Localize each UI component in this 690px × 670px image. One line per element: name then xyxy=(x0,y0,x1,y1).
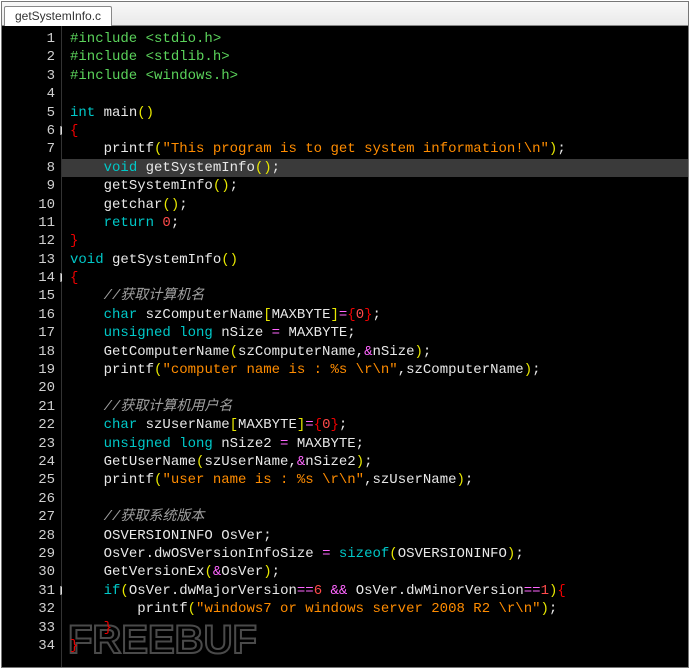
code-line[interactable]: } xyxy=(62,619,688,637)
line-number: 1 xyxy=(2,30,61,48)
line-number: 8 xyxy=(2,159,61,177)
code-line[interactable]: char szUserName[MAXBYTE]={0}; xyxy=(62,416,688,434)
code-line[interactable]: GetUserName(szUserName,&nSize2); xyxy=(62,453,688,471)
code-line[interactable]: #include <stdlib.h> xyxy=(62,48,688,66)
code-line[interactable]: GetVersionEx(&OsVer); xyxy=(62,563,688,581)
line-number: 19 xyxy=(2,361,61,379)
code-line[interactable]: printf("This program is to get system in… xyxy=(62,140,688,158)
code-line[interactable]: getchar(); xyxy=(62,196,688,214)
code-line[interactable]: GetComputerName(szComputerName,&nSize); xyxy=(62,343,688,361)
code-line[interactable]: printf("computer name is : %s \r\n",szCo… xyxy=(62,361,688,379)
tab-bar: getSystemInfo.c xyxy=(2,2,688,26)
line-number: 18 xyxy=(2,343,61,361)
line-number: 20 xyxy=(2,379,61,397)
code-line[interactable]: void getSystemInfo() xyxy=(62,251,688,269)
line-number: 28 xyxy=(2,527,61,545)
line-number-gutter: 1234567891011121314151617181920212223242… xyxy=(2,26,62,667)
line-number: 31 xyxy=(2,582,61,600)
line-number: 34 xyxy=(2,637,61,655)
line-number: 11 xyxy=(2,214,61,232)
code-line[interactable] xyxy=(62,490,688,508)
editor-body: 1234567891011121314151617181920212223242… xyxy=(2,26,688,667)
line-number: 21 xyxy=(2,398,61,416)
line-number: 6 xyxy=(2,122,61,140)
code-line[interactable]: printf("user name is : %s \r\n",szUserNa… xyxy=(62,471,688,489)
code-area[interactable]: FREEBUF #include <stdio.h>#include <stdl… xyxy=(62,26,688,667)
code-line[interactable]: #include <windows.h> xyxy=(62,67,688,85)
line-number: 26 xyxy=(2,490,61,508)
code-line[interactable]: int main() xyxy=(62,104,688,122)
code-line[interactable]: void getSystemInfo(); xyxy=(62,159,688,177)
line-number: 27 xyxy=(2,508,61,526)
line-number: 32 xyxy=(2,600,61,618)
line-number: 16 xyxy=(2,306,61,324)
editor-window: getSystemInfo.c 123456789101112131415161… xyxy=(1,1,689,668)
line-number: 22 xyxy=(2,416,61,434)
line-number: 17 xyxy=(2,324,61,342)
code-line[interactable]: } xyxy=(62,232,688,250)
code-line[interactable]: char szComputerName[MAXBYTE]={0}; xyxy=(62,306,688,324)
line-number: 15 xyxy=(2,287,61,305)
code-line[interactable]: OSVERSIONINFO OsVer; xyxy=(62,527,688,545)
code-line[interactable]: printf("windows7 or windows server 2008 … xyxy=(62,600,688,618)
code-line[interactable]: unsigned long nSize2 = MAXBYTE; xyxy=(62,435,688,453)
code-line[interactable]: OsVer.dwOSVersionInfoSize = sizeof(OSVER… xyxy=(62,545,688,563)
code-line[interactable] xyxy=(62,85,688,103)
line-number: 30 xyxy=(2,563,61,581)
line-number: 10 xyxy=(2,196,61,214)
line-number: 9 xyxy=(2,177,61,195)
code-line[interactable]: #include <stdio.h> xyxy=(62,30,688,48)
code-line[interactable] xyxy=(62,379,688,397)
code-line[interactable]: { xyxy=(62,269,688,287)
code-line[interactable]: //获取计算机用户名 xyxy=(62,398,688,416)
line-number: 2 xyxy=(2,48,61,66)
line-number: 29 xyxy=(2,545,61,563)
code-line[interactable]: //获取系统版本 xyxy=(62,508,688,526)
code-line[interactable]: getSystemInfo(); xyxy=(62,177,688,195)
code-line[interactable]: } xyxy=(62,637,688,655)
file-tab[interactable]: getSystemInfo.c xyxy=(4,6,112,26)
line-number: 14 xyxy=(2,269,61,287)
line-number: 5 xyxy=(2,104,61,122)
line-number: 25 xyxy=(2,471,61,489)
line-number: 12 xyxy=(2,232,61,250)
line-number: 4 xyxy=(2,85,61,103)
line-number: 33 xyxy=(2,619,61,637)
line-number: 3 xyxy=(2,67,61,85)
line-number: 23 xyxy=(2,435,61,453)
line-number: 7 xyxy=(2,140,61,158)
code-line[interactable]: return 0; xyxy=(62,214,688,232)
code-line[interactable]: unsigned long nSize = MAXBYTE; xyxy=(62,324,688,342)
line-number: 13 xyxy=(2,251,61,269)
code-line[interactable]: if(OsVer.dwMajorVersion==6 && OsVer.dwMi… xyxy=(62,582,688,600)
code-line[interactable]: //获取计算机名 xyxy=(62,287,688,305)
code-line[interactable]: { xyxy=(62,122,688,140)
line-number: 24 xyxy=(2,453,61,471)
